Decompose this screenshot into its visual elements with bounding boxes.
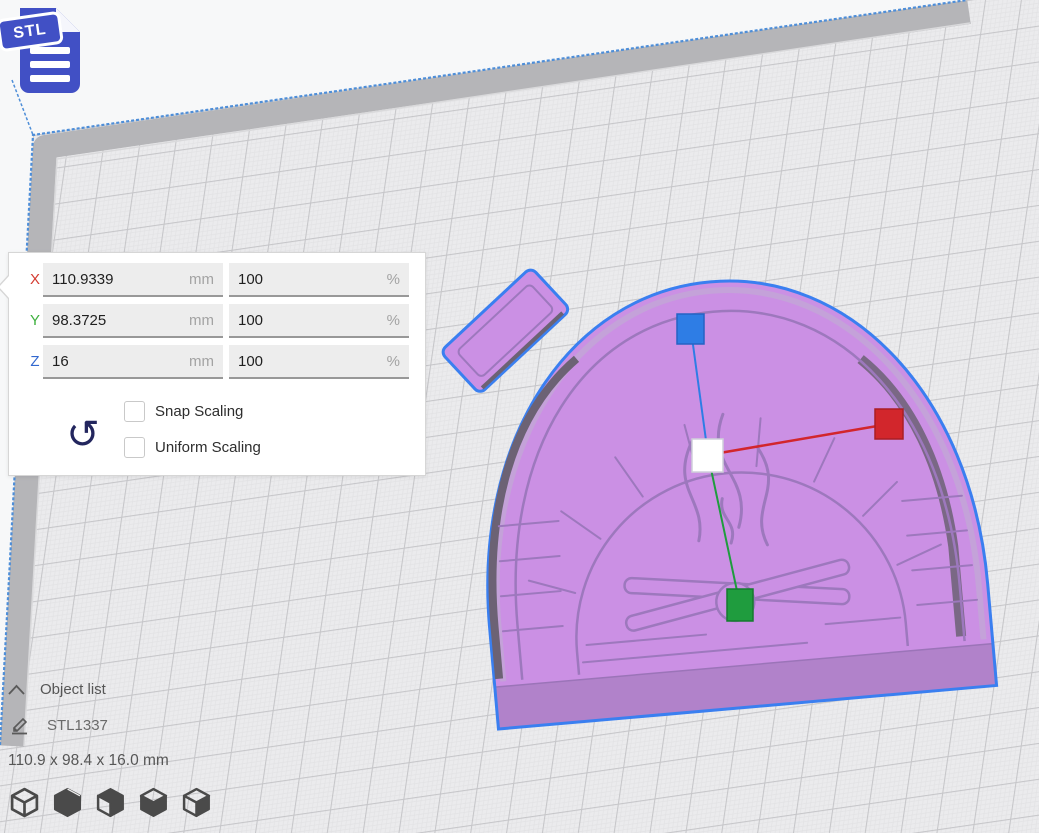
snap-scaling-row: Snap Scaling	[124, 400, 243, 422]
scale-z-percent-unit: %	[387, 353, 409, 370]
panel-pointer	[0, 276, 9, 298]
scale-z-mm-field: mm	[43, 345, 223, 379]
chevron-up-icon	[8, 684, 25, 695]
model-dimensions-readout: 110.9 x 98.4 x 16.0 mm	[8, 752, 169, 770]
scale-x-mm-unit: mm	[189, 271, 223, 288]
axis-y-label: Y	[27, 312, 43, 329]
scale-row-x: X mm %	[9, 263, 425, 297]
3d-view-cube-icon	[10, 787, 39, 818]
scale-x-percent-field: %	[229, 263, 409, 297]
pencil-icon	[10, 716, 30, 735]
scale-x-percent-unit: %	[387, 271, 409, 288]
gizmo-y-handle[interactable]	[727, 589, 753, 621]
scale-row-z: Z mm %	[9, 345, 425, 379]
gizmo-center-handle[interactable]	[692, 439, 723, 472]
solid-cube-icon	[53, 787, 82, 818]
view-3d-button[interactable]	[8, 786, 40, 818]
uniform-scaling-row: Uniform Scaling	[124, 436, 261, 458]
scale-y-mm-input[interactable]	[43, 312, 189, 329]
snap-scaling-label: Snap Scaling	[155, 403, 243, 420]
scale-z-mm-input[interactable]	[43, 353, 189, 370]
scale-y-mm-field: mm	[43, 304, 223, 338]
object-list-header[interactable]: Object list	[8, 681, 106, 698]
snap-scaling-checkbox[interactable]	[124, 401, 145, 422]
view-top-button[interactable]	[180, 786, 212, 818]
uniform-scaling-label: Uniform Scaling	[155, 439, 261, 456]
top-view-cube-icon	[182, 787, 211, 818]
stl-file-icon: STL	[4, 2, 90, 98]
uniform-scaling-checkbox[interactable]	[124, 437, 145, 458]
object-list-item[interactable]: STL1337	[10, 716, 108, 735]
scale-z-percent-input[interactable]	[229, 353, 387, 370]
scale-x-mm-input[interactable]	[43, 271, 189, 288]
scale-z-percent-field: %	[229, 345, 409, 379]
slicer-3d-viewport-screen: STL X mm % Y mm %	[0, 0, 1039, 833]
left-view-cube-icon	[139, 787, 168, 818]
scale-y-mm-unit: mm	[189, 312, 223, 329]
scale-y-percent-field: %	[229, 304, 409, 338]
gizmo-z-handle[interactable]	[677, 314, 704, 344]
scale-z-mm-unit: mm	[189, 353, 223, 370]
view-orientation-toolbar	[8, 786, 212, 818]
view-solid-button[interactable]	[51, 786, 83, 818]
view-left-button[interactable]	[137, 786, 169, 818]
gizmo-x-handle[interactable]	[875, 409, 903, 439]
scale-y-percent-unit: %	[387, 312, 409, 329]
axis-x-label: X	[27, 271, 43, 288]
scale-tool-panel: X mm % Y mm % Z mm	[8, 252, 426, 476]
axis-z-label: Z	[27, 353, 43, 370]
stl-badge-label: STL	[12, 20, 47, 42]
object-list-item-name: STL1337	[47, 717, 108, 734]
scale-x-percent-input[interactable]	[229, 271, 387, 288]
reset-scale-button[interactable]: ↺	[61, 411, 105, 459]
front-view-cube-icon	[96, 787, 125, 818]
view-front-button[interactable]	[94, 786, 126, 818]
object-list-title: Object list	[40, 681, 106, 698]
scale-row-y: Y mm %	[9, 304, 425, 338]
scale-x-mm-field: mm	[43, 263, 223, 297]
scale-y-percent-input[interactable]	[229, 312, 387, 329]
